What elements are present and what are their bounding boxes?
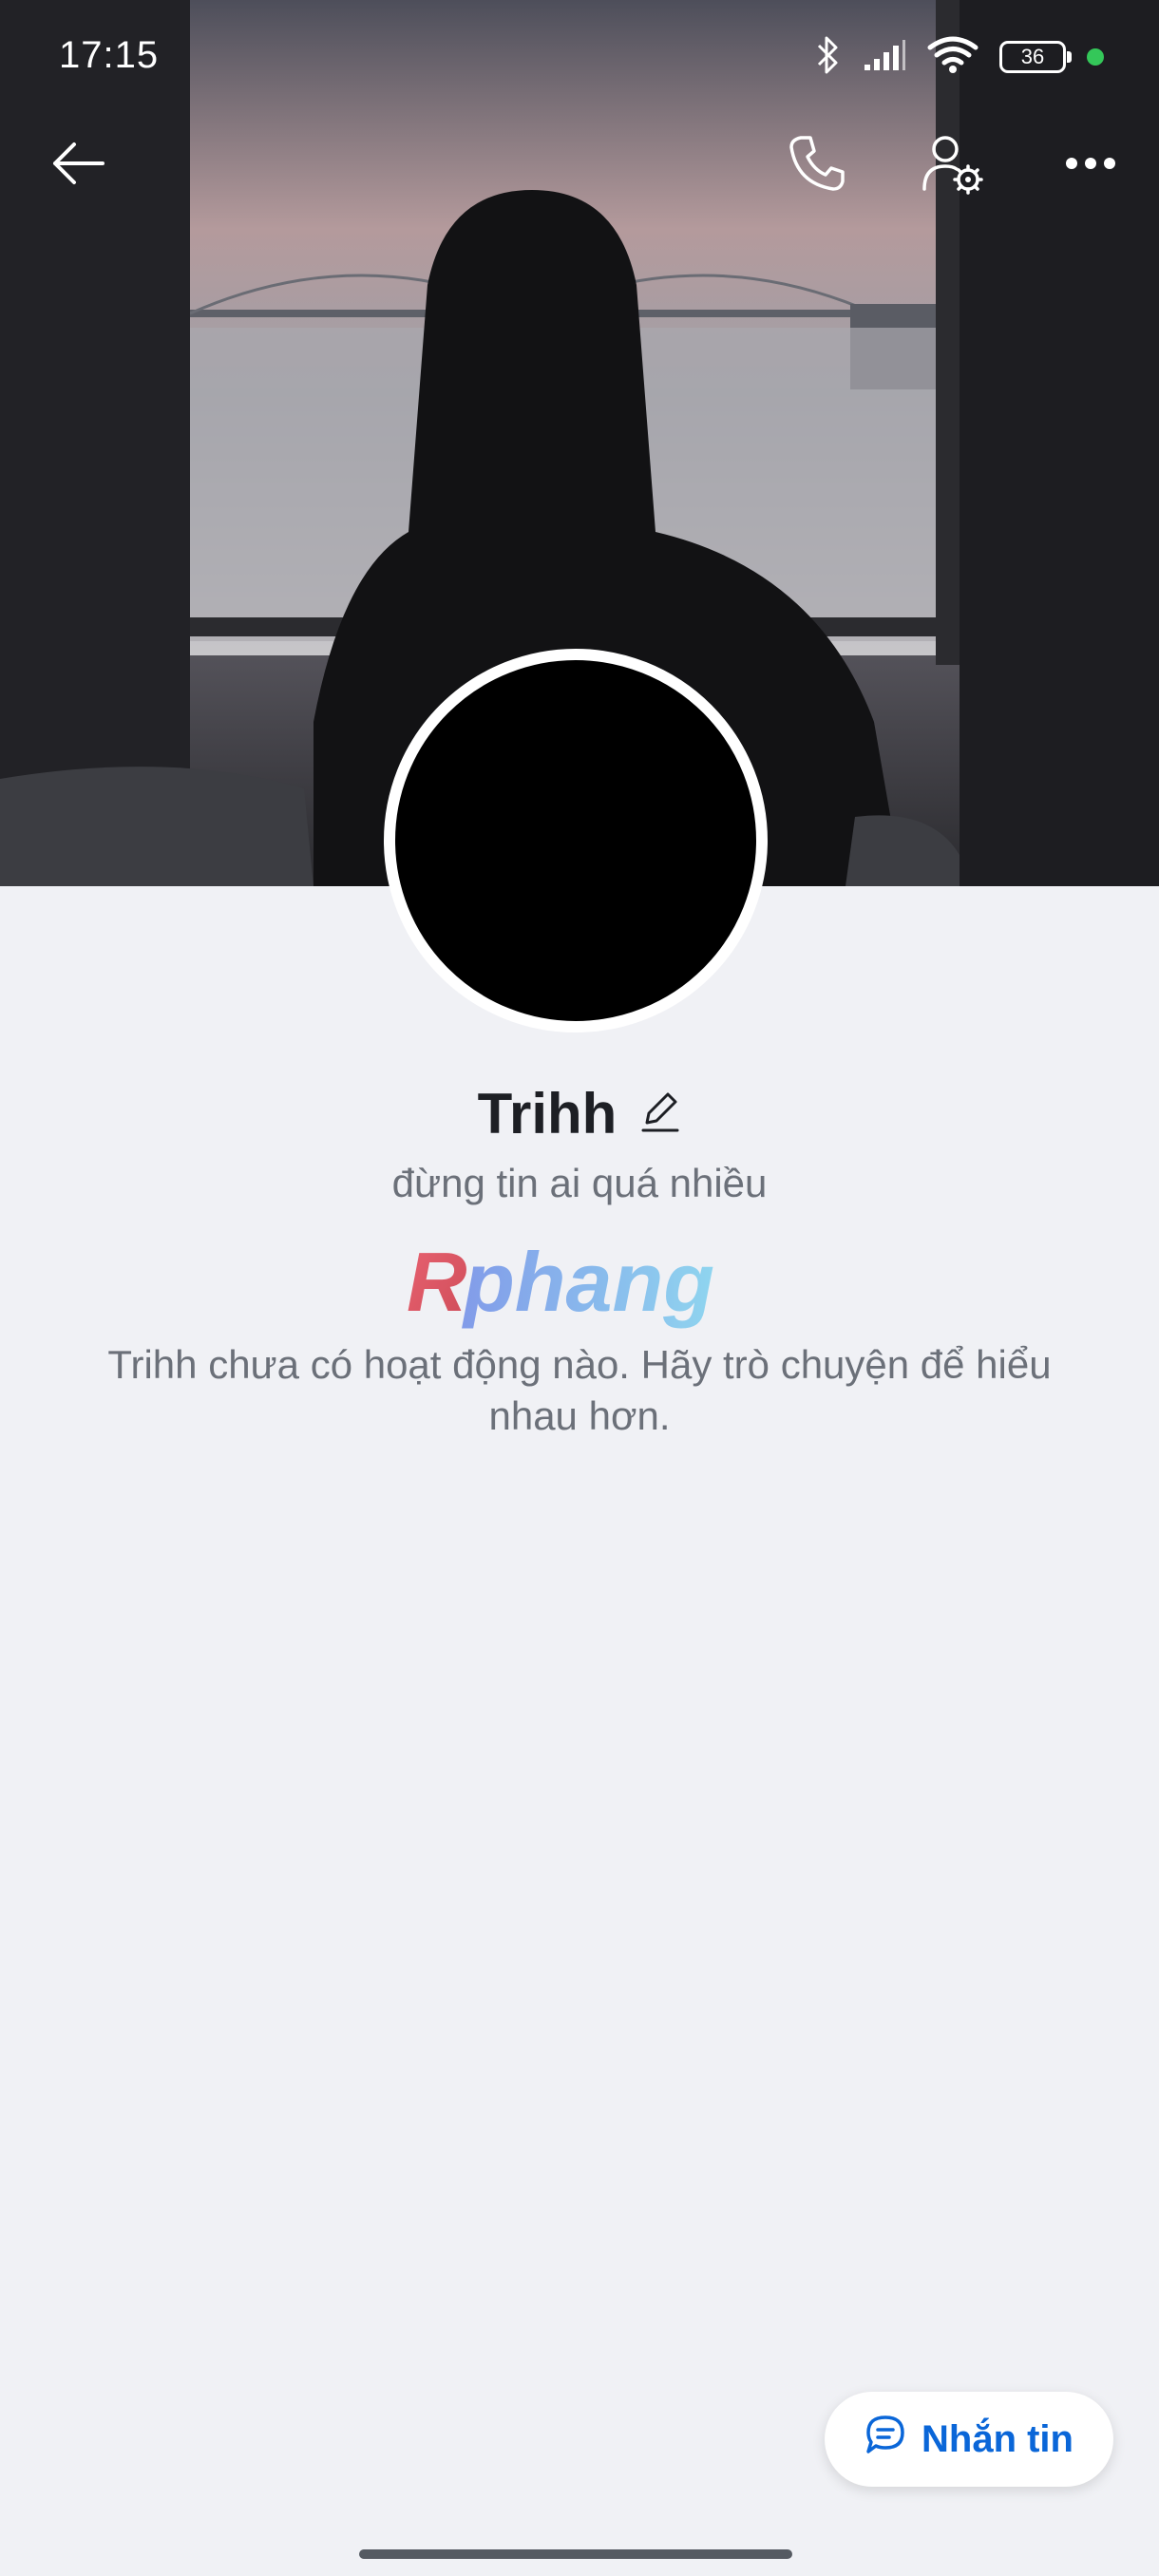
svg-text:phang: phang [462, 1235, 714, 1329]
signal-icon [863, 38, 906, 77]
profile-status: đừng tin ai quá nhiều [391, 1161, 768, 1205]
call-button[interactable] [781, 129, 853, 201]
message-button-label: Nhắn tin [922, 2417, 1074, 2460]
pencil-icon[interactable] [639, 1089, 681, 1139]
chat-bubble-icon [864, 2414, 906, 2465]
status-time: 17:15 [59, 34, 160, 76]
more-horizontal-icon [1064, 156, 1117, 176]
battery-indicator: 36 [999, 41, 1072, 73]
status-bar: 17:15 36 [0, 0, 1159, 114]
avatar[interactable] [384, 649, 768, 1032]
status-icons: 36 [815, 34, 1104, 80]
svg-text:R: R [407, 1235, 467, 1329]
watermark-logo: R phang [405, 1235, 754, 1339]
user-settings-icon [921, 132, 983, 199]
profile-name-row: Trihh [0, 1081, 1159, 1146]
phone-icon [788, 134, 846, 198]
message-button[interactable]: Nhắn tin [825, 2392, 1113, 2487]
wifi-icon [927, 36, 978, 79]
privacy-indicator-dot [1087, 48, 1104, 66]
more-options-button[interactable] [1054, 129, 1127, 201]
user-settings-button[interactable] [916, 129, 988, 201]
empty-activity-message: Trihh chưa có hoạt động nào. Hãy trò chu… [107, 1342, 1052, 1438]
arrow-left-icon [49, 140, 106, 192]
battery-level: 36 [1020, 45, 1045, 68]
back-button[interactable] [42, 129, 114, 201]
bluetooth-icon [815, 34, 842, 81]
home-indicator[interactable] [359, 2549, 792, 2559]
profile-name: Trihh [477, 1082, 618, 1146]
